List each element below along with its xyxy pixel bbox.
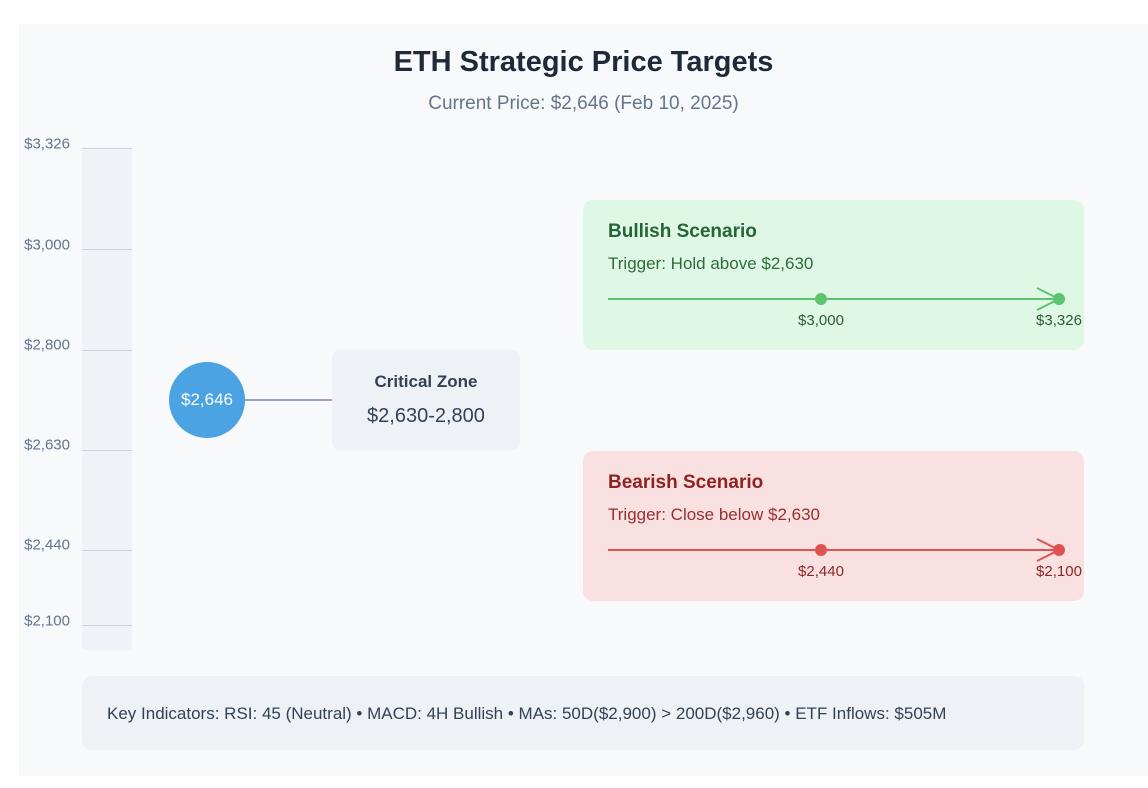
tick-label-2630: $2,630 <box>24 436 70 454</box>
tick-line-2800 <box>82 350 132 351</box>
page-subtitle: Current Price: $2,646 (Feb 10, 2025) <box>428 93 739 114</box>
tick-label-3000: $3,000 <box>24 236 70 254</box>
key-indicators-text: Key Indicators: RSI: 45 (Neutral) • MACD… <box>107 704 947 723</box>
tick-line-2440 <box>82 550 132 551</box>
page-title: ETH Strategic Price Targets <box>393 46 774 78</box>
critical-zone-title: Critical Zone <box>374 372 478 391</box>
key-indicators-panel: Key Indicators: RSI: 45 (Neutral) • MACD… <box>82 676 1084 750</box>
tick-label-2100: $2,100 <box>24 612 70 630</box>
bullish-target-1-dot <box>815 293 827 305</box>
current-price-label: $2,646 <box>181 390 233 409</box>
bearish-target-2-dot <box>1053 544 1065 556</box>
tick-label-2800: $2,800 <box>24 336 70 354</box>
bearish-target-1-dot <box>815 544 827 556</box>
tick-line-3326 <box>82 148 132 149</box>
bearish-target-1-label: $2,440 <box>798 563 844 580</box>
critical-zone-box: Critical Zone $2,630-2,800 <box>332 350 520 450</box>
bullish-title: Bullish Scenario <box>608 221 757 242</box>
price-axis-bar <box>82 147 132 650</box>
bearish-trigger: Trigger: Close below $2,630 <box>608 505 820 524</box>
diagram-canvas: ETH Strategic Price Targets Current Pric… <box>19 24 1148 776</box>
tick-line-2630 <box>82 450 132 451</box>
bullish-target-2-dot <box>1053 293 1065 305</box>
bearish-target-2-label: $2,100 <box>1036 563 1082 580</box>
critical-zone-range: $2,630-2,800 <box>367 405 485 427</box>
critical-zone-connector <box>245 399 332 401</box>
bearish-scenario-card: Bearish Scenario Trigger: Close below $2… <box>583 451 1084 601</box>
tick-line-2100 <box>82 625 132 626</box>
tick-label-2440: $2,440 <box>24 536 70 554</box>
bullish-target-2-label: $3,326 <box>1036 312 1082 329</box>
bullish-scenario-card: Bullish Scenario Trigger: Hold above $2,… <box>583 200 1084 350</box>
bullish-trigger: Trigger: Hold above $2,630 <box>608 254 814 273</box>
bearish-title: Bearish Scenario <box>608 472 764 493</box>
current-price-marker: $2,646 <box>169 362 245 438</box>
bullish-target-1-label: $3,000 <box>798 312 844 329</box>
tick-label-3326: $3,326 <box>24 135 70 153</box>
tick-line-3000 <box>82 249 132 250</box>
